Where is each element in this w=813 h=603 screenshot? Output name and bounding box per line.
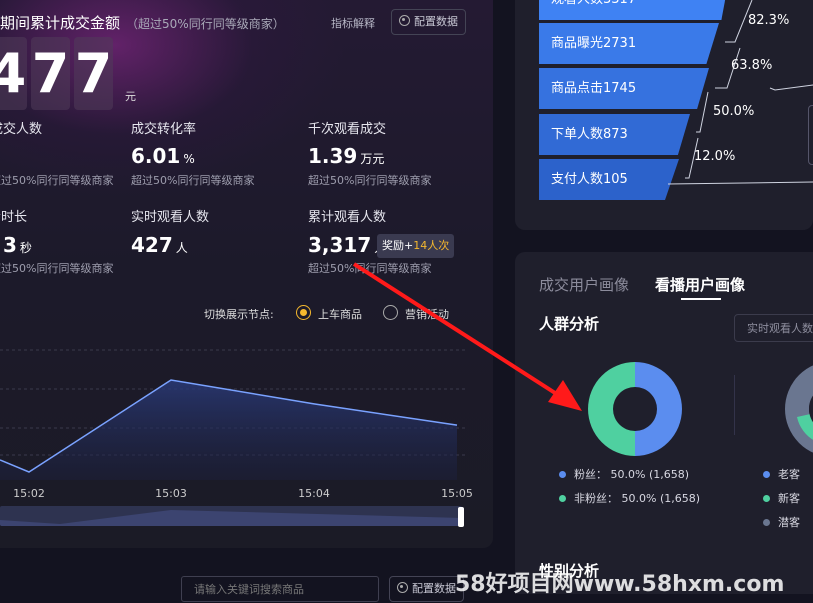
gmv-digit: 7 bbox=[74, 37, 113, 110]
legend-label: 老客 bbox=[778, 468, 800, 481]
funnel-side-panel-edge bbox=[808, 105, 813, 165]
watch-duration-note: 超过50%同行同等级商家 bbox=[0, 262, 114, 275]
watch-duration-number: 3 bbox=[3, 233, 17, 257]
funnel-step: 下单人数873 bbox=[539, 114, 690, 155]
legend-old-customers: 老客 bbox=[763, 466, 800, 482]
reward-badge: 奖励+14人次 bbox=[377, 234, 455, 258]
tab-deal-users[interactable]: 成交用户画像 bbox=[539, 274, 629, 295]
scrollbar-preview bbox=[0, 510, 462, 526]
legend-fans: 粉丝： 50.0% (1,658) bbox=[559, 466, 689, 482]
realtime-viewers-label: 实时观看人数 bbox=[131, 210, 210, 225]
config-data-label: 配置数据 bbox=[414, 15, 458, 28]
radio-products[interactable] bbox=[296, 305, 311, 320]
customer-type-donut-chart bbox=[785, 365, 813, 453]
donut-slice-fans bbox=[635, 362, 682, 456]
funnel-rate: 12.0% bbox=[694, 149, 736, 164]
page-title: 期间累计成交金额 （超过50%同行同等级商家） bbox=[0, 12, 285, 33]
gpm-unit: 万元 bbox=[360, 152, 385, 166]
x-tick-label: 15:02 bbox=[13, 487, 45, 500]
gmv-digit: 4 bbox=[0, 37, 27, 110]
conversion-rate-label: 成交转化率 bbox=[131, 122, 197, 137]
watch-duration-value: 3秒 bbox=[3, 233, 32, 257]
switch-node-label: 切换展示节点: bbox=[204, 308, 274, 321]
conversion-rate-number: 6.01 bbox=[131, 144, 181, 168]
realtime-viewers-unit: 人 bbox=[175, 241, 188, 255]
gmv-counter: 4 7 7 bbox=[0, 37, 113, 110]
scrollbar-handle[interactable] bbox=[458, 507, 464, 527]
crowd-analysis-title: 人群分析 bbox=[539, 315, 600, 333]
title-text: 期间累计成交金额 bbox=[0, 14, 121, 32]
watch-duration-label: 观看时长 bbox=[0, 210, 28, 225]
watch-duration-unit: 秒 bbox=[19, 241, 32, 255]
funnel-step: 商品曝光2731 bbox=[539, 23, 719, 64]
chart-divider bbox=[734, 375, 735, 435]
funnel-step: 观看人数3317 bbox=[539, 0, 729, 20]
total-viewers-value: 3,317人 bbox=[308, 233, 386, 257]
gpm-number: 1.39 bbox=[308, 144, 358, 168]
legend-dot bbox=[559, 495, 566, 502]
conversion-rate-value: 6.01% bbox=[131, 144, 195, 168]
gmv-digit: 7 bbox=[31, 37, 70, 110]
chart-scrollbar[interactable] bbox=[0, 506, 462, 526]
config-data-button-bottom[interactable]: 配置数据 bbox=[389, 576, 464, 602]
legend-nonfans: 非粉丝： 50.0% (1,658) bbox=[559, 490, 700, 506]
total-viewers-label: 累计观看人数 bbox=[308, 210, 387, 225]
gpm-value: 1.39 万元 bbox=[308, 144, 384, 168]
settings-icon bbox=[397, 582, 408, 593]
funnel-rate: 63.8% bbox=[731, 58, 773, 73]
gpm-label: 千次观看成交 bbox=[308, 122, 387, 137]
legend-pct: 50.0% bbox=[621, 492, 657, 505]
radio-marketing[interactable] bbox=[383, 305, 398, 320]
fans-donut-chart bbox=[588, 362, 682, 456]
funnel-rate: 82.3% bbox=[748, 13, 790, 28]
product-search-input[interactable]: 请输入关键词搜索商品 bbox=[181, 576, 379, 602]
gmv-unit: 元 bbox=[125, 90, 136, 103]
x-tick-label: 15:03 bbox=[155, 487, 187, 500]
donut-slice-nonfans bbox=[588, 362, 635, 456]
funnel-step: 支付人数105 bbox=[539, 159, 679, 200]
metric-select[interactable]: 实时观看人数 bbox=[734, 314, 813, 342]
radio-marketing-label[interactable]: 营销活动 bbox=[405, 306, 449, 322]
active-tab-indicator bbox=[681, 298, 721, 300]
legend-dot bbox=[763, 519, 770, 526]
legend-new-customers: 新客 bbox=[763, 490, 800, 506]
realtime-viewers-value: 427 人 bbox=[131, 233, 188, 257]
legend-label: 潜客 bbox=[778, 516, 800, 529]
scrollbar-preview-area bbox=[0, 510, 462, 526]
total-viewers-number: 3,317 bbox=[308, 233, 372, 257]
watermark-text: 58好项目网www.58hxm.com bbox=[455, 572, 785, 597]
x-tick-label: 15:04 bbox=[298, 487, 330, 500]
legend-count: (1,658) bbox=[648, 468, 690, 481]
funnel-step: 商品点击1745 bbox=[539, 68, 709, 109]
gpm-note: 超过50%同行同等级商家 bbox=[308, 174, 432, 187]
legend-label: 非粉丝： bbox=[574, 492, 618, 505]
legend-dot bbox=[763, 495, 770, 502]
deal-users-label: 成交人数 bbox=[0, 122, 43, 137]
radio-products-label[interactable]: 上车商品 bbox=[318, 306, 362, 322]
trend-chart: 15:02 15:03 15:04 15:05 bbox=[0, 349, 473, 500]
tab-viewer-users[interactable]: 看播用户画像 bbox=[655, 274, 745, 295]
reward-prefix: 奖励+ bbox=[382, 239, 414, 252]
funnel-rate: 50.0% bbox=[713, 104, 755, 119]
config-data-bottom-label: 配置数据 bbox=[412, 582, 456, 595]
legend-label: 粉丝： bbox=[574, 468, 607, 481]
metric-explain-link[interactable]: 指标解释 bbox=[331, 15, 375, 31]
realtime-viewers-number: 427 bbox=[131, 233, 173, 257]
total-viewers-note: 超过50%同行同等级商家 bbox=[308, 262, 432, 275]
title-sub: （超过50%同行同等级商家） bbox=[126, 17, 285, 31]
legend-label: 新客 bbox=[778, 492, 800, 505]
legend-pct: 50.0% bbox=[610, 468, 646, 481]
settings-icon bbox=[399, 15, 410, 26]
conversion-rate-note: 超过50%同行同等级商家 bbox=[131, 174, 255, 187]
chart-area bbox=[0, 380, 457, 480]
conversion-rate-unit: % bbox=[183, 152, 195, 166]
legend-dot bbox=[559, 471, 566, 478]
legend-dot bbox=[763, 471, 770, 478]
deal-users-note: 超过50%同行同等级商家 bbox=[0, 174, 114, 187]
legend-potential-customers: 潜客 bbox=[763, 514, 800, 530]
reward-value: 14人次 bbox=[413, 239, 450, 252]
config-data-button[interactable]: 配置数据 bbox=[391, 9, 466, 35]
x-tick-label: 15:05 bbox=[441, 487, 473, 500]
legend-count: (1,658) bbox=[659, 492, 701, 505]
